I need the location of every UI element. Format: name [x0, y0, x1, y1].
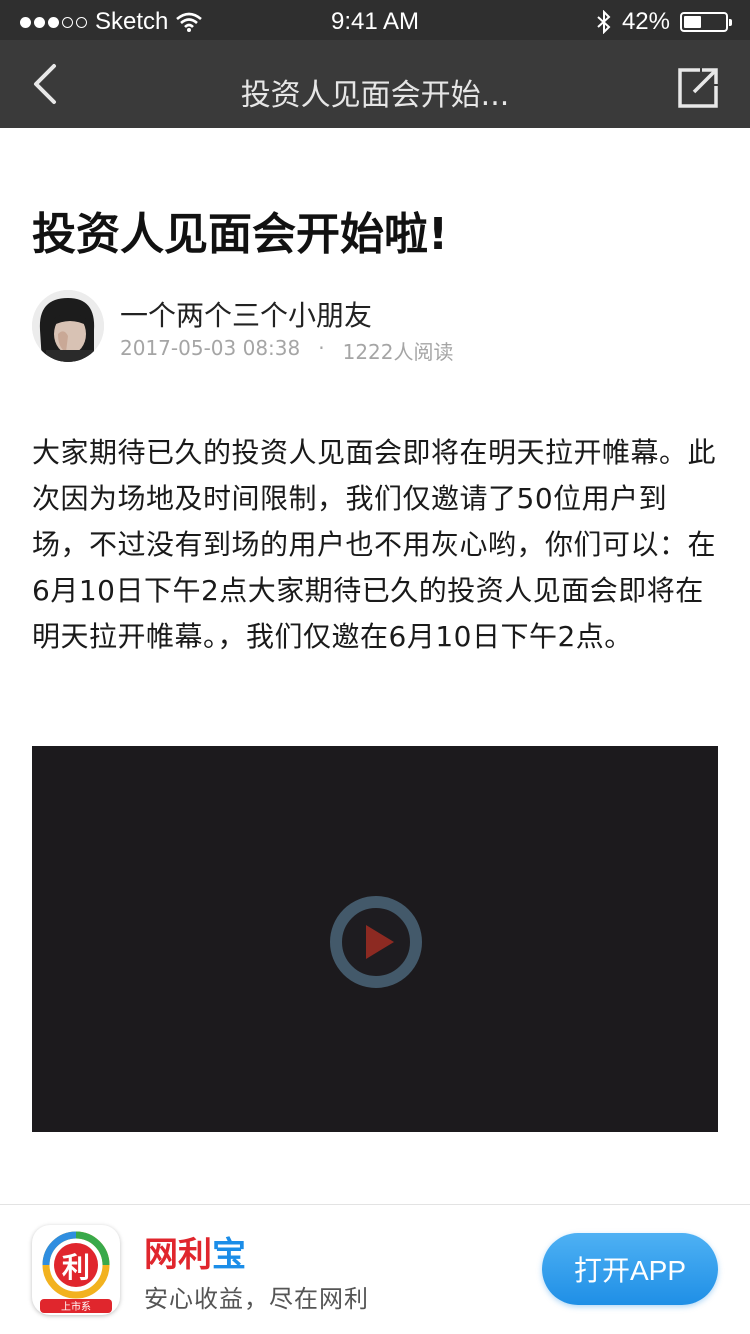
- article-title: 投资人见面会开始啦!: [32, 209, 449, 260]
- chevron-left-icon[interactable]: [22, 60, 70, 108]
- app-icon-glyph: 利: [62, 1251, 90, 1284]
- open-app-button[interactable]: 打开APP: [542, 1233, 718, 1305]
- brand-name-part1: 网利: [144, 1235, 212, 1275]
- app-icon-tag: 上市系: [61, 1300, 91, 1313]
- brand-slogan: 安心收益，尽在网利: [144, 1285, 369, 1313]
- share-external-icon[interactable]: [674, 64, 722, 112]
- battery-icon: [680, 12, 732, 32]
- status-right: 42%: [596, 8, 732, 36]
- app-download-banner: 利 上市系 网利宝 安心收益，尽在网利 打开APP: [0, 1204, 750, 1334]
- battery-level-fill: [684, 16, 701, 28]
- read-count: 1222人阅读: [342, 340, 454, 364]
- status-bar: Sketch 9:41 AM 42%: [0, 0, 750, 40]
- meta-separator: ·: [318, 336, 325, 360]
- battery-percent: 42%: [621, 8, 670, 35]
- author-name[interactable]: 一个两个三个小朋友: [120, 294, 372, 334]
- video-player[interactable]: [32, 746, 718, 1132]
- author-avatar[interactable]: [32, 290, 104, 362]
- play-icon[interactable]: [328, 894, 424, 990]
- nav-title: 投资人见面会开始...: [240, 78, 510, 113]
- navigation-bar: 投资人见面会开始...: [0, 40, 750, 128]
- brand-name-part2: 宝: [212, 1235, 246, 1275]
- app-icon[interactable]: 利 上市系: [32, 1225, 120, 1315]
- article-body: 大家期待已久的投资人见面会即将在明天拉开帷幕。此次因为场地及时间限制，我们仅邀请…: [32, 436, 717, 653]
- avatar-photo: [32, 290, 104, 362]
- brand-name: 网利宝: [144, 1227, 246, 1276]
- bluetooth-icon: [597, 10, 611, 34]
- publish-date: 2017-05-03 08:38: [120, 336, 301, 360]
- app-logo-icon: 利 上市系: [40, 1231, 112, 1313]
- article-meta: 2017-05-03 08:38 · 1222人阅读: [120, 336, 454, 365]
